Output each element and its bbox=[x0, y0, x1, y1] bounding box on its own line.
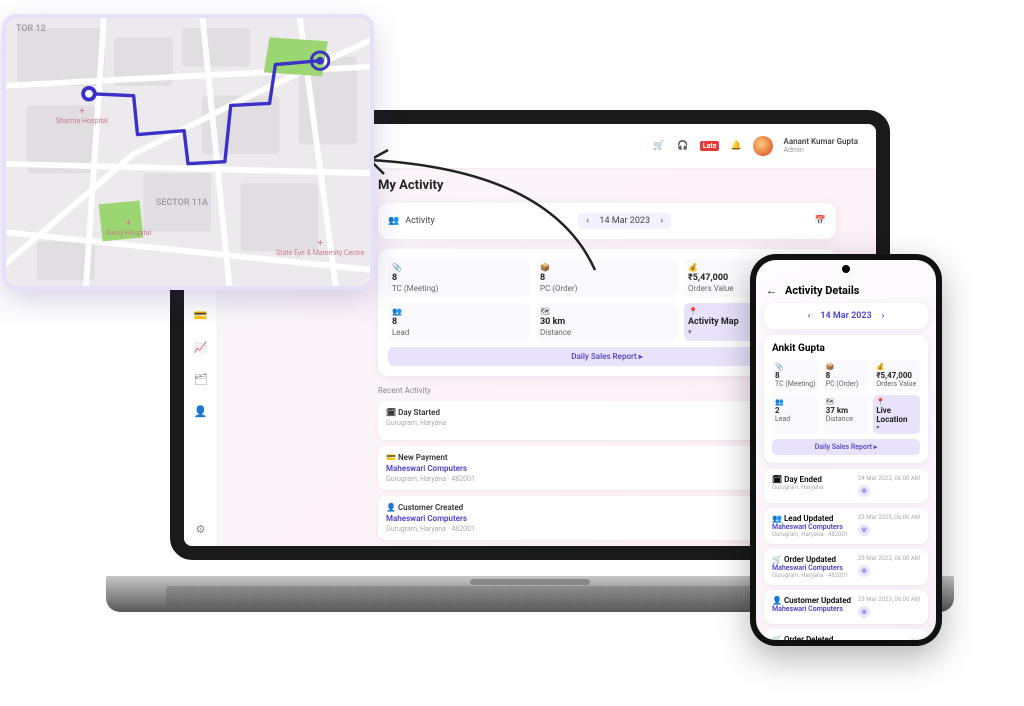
page-title: My Activity bbox=[378, 178, 836, 193]
activity-item[interactable]: 🛒 Order Deleted ⊕ bbox=[764, 629, 928, 640]
date-picker[interactable]: ‹ 14 Mar 2023 › bbox=[578, 213, 671, 229]
activity-item[interactable]: 🛒 Order UpdatedMaheswari ComputersGurugr… bbox=[764, 549, 928, 585]
activity-location: Gurugram, Haryana · 482001 bbox=[772, 572, 848, 579]
activity-location: Gurugram, Haryana bbox=[386, 419, 446, 427]
late-badge: Late bbox=[700, 141, 720, 151]
date-value: 14 Mar 2023 bbox=[599, 216, 650, 226]
phone-title: Activity Details bbox=[785, 284, 859, 297]
map-sector-label-1: TOR 12 bbox=[16, 24, 46, 34]
stat-distance: 🗺 30 kmDistance bbox=[536, 303, 678, 341]
phone-device: ← Activity Details ‹ 14 Mar 2023 › Ankit… bbox=[750, 254, 942, 646]
activity-title: 🗓 Day Started bbox=[386, 408, 446, 417]
phone-statusbar bbox=[756, 260, 936, 278]
location-pin-icon[interactable]: ⊕ bbox=[908, 638, 920, 640]
activity-subject: Maheswari Computers bbox=[386, 514, 475, 523]
activity-location: Gurugram, Haryana · 482001 bbox=[386, 475, 475, 483]
activity-subject: Maheswari Computers bbox=[772, 564, 848, 572]
phone-screen: ← Activity Details ‹ 14 Mar 2023 › Ankit… bbox=[756, 260, 936, 640]
ph-daily-report-button[interactable]: Daily Sales Report ▸ bbox=[772, 439, 920, 455]
sidebar-item-payments[interactable]: 💳 bbox=[194, 308, 208, 322]
activity-timestamp: 24 Mar 2023, 06:00 AM bbox=[858, 475, 920, 482]
activity-title: 👤 Customer Updated bbox=[772, 596, 851, 605]
phone-date-picker[interactable]: ‹ 14 Mar 2023 › bbox=[772, 311, 920, 321]
location-pin-icon[interactable]: ⊕ bbox=[858, 485, 870, 497]
activity-title: 🗓 Day Ended bbox=[772, 475, 823, 484]
ph-stat-tc: 📎8TC (Meeting) bbox=[772, 360, 819, 391]
map-poi-hospital-1: Sharma Hospital bbox=[56, 106, 108, 125]
map-card[interactable]: TOR 12 SECTOR 11A Sharma Hospital Aarvy … bbox=[2, 14, 374, 290]
activity-title: 💳 New Payment bbox=[386, 453, 475, 462]
activity-location: Gurugram, Haryana · 482001 bbox=[386, 525, 475, 533]
user-block[interactable]: Aanant Kumar Gupta Admin bbox=[783, 138, 858, 154]
ph-stat-value: 💰₹5,47,000Orders Value bbox=[873, 360, 920, 391]
tab-label: Activity bbox=[405, 216, 434, 226]
phone-user: Ankit Gupta bbox=[772, 343, 920, 354]
stat-pc-order: 📦 8PC (Order) bbox=[536, 259, 678, 297]
sidebar-item-reports[interactable]: 📈 bbox=[194, 340, 208, 354]
activity-title: 👤 Customer Created bbox=[386, 503, 475, 512]
calendar-icon[interactable]: 📅 bbox=[815, 216, 826, 226]
activity-item[interactable]: 👤 Customer UpdatedMaheswari Computers 23 … bbox=[764, 590, 928, 624]
map-poi-hospital-2: Aarvy Hospital bbox=[106, 218, 151, 237]
phone-header: ← Activity Details bbox=[756, 278, 936, 303]
location-pin-icon[interactable]: ⊕ bbox=[858, 565, 870, 577]
location-pin-icon[interactable]: ⊕ bbox=[858, 524, 870, 536]
user-role: Admin bbox=[783, 147, 803, 155]
map-sector-label-2: SECTOR 11A bbox=[156, 198, 208, 208]
settings-icon[interactable]: ⚙ bbox=[194, 522, 208, 536]
cart-icon[interactable]: 🛒 bbox=[652, 139, 666, 153]
ph-stat-pc: 📦8PC (Order) bbox=[823, 360, 870, 391]
bell-icon[interactable]: 🔔 bbox=[729, 139, 743, 153]
avatar[interactable] bbox=[753, 136, 773, 156]
activity-location: Gurugram, Haryana bbox=[772, 484, 823, 491]
stat-lead: 👥 8Lead bbox=[388, 303, 530, 341]
activity-timestamp: 23 Mar 2023, 06:00 AM bbox=[858, 555, 920, 562]
activity-timestamp: 23 Mar 2023, 06:00 AM bbox=[858, 596, 920, 603]
activity-timestamp: 23 Mar 2023, 06:00 AM bbox=[858, 514, 920, 521]
support-icon[interactable]: 🎧 bbox=[676, 139, 690, 153]
back-icon[interactable]: ← bbox=[766, 284, 777, 297]
activity-title: 👥 Lead Updated bbox=[772, 514, 848, 523]
activity-item[interactable]: 👥 Lead UpdatedMaheswari ComputersGurugra… bbox=[764, 508, 928, 544]
tab-activity[interactable]: 👥 Activity bbox=[388, 216, 435, 226]
phone-camera-icon bbox=[842, 265, 850, 273]
sidebar-item-users[interactable]: 👤 bbox=[194, 404, 208, 418]
ph-stat-dist: 🗺37 kmDistance bbox=[823, 395, 870, 434]
map-poi-hospital-3: State Eye & Maternity Centre bbox=[276, 238, 364, 257]
activity-subject: Maheswari Computers bbox=[772, 605, 851, 613]
ph-live-location[interactable]: 📍Live Location▾ bbox=[873, 395, 920, 434]
activity-title: 🛒 Order Deleted bbox=[772, 635, 833, 640]
ph-stat-lead: 👥2Lead bbox=[772, 395, 819, 434]
phone-stats-card: Ankit Gupta 📎8TC (Meeting) 📦8PC (Order) … bbox=[764, 335, 928, 463]
activity-subject: Maheswari Computers bbox=[386, 464, 475, 473]
stat-tc-meeting: 📎 8TC (Meeting) bbox=[388, 259, 530, 297]
activity-item[interactable]: 🗓 Day EndedGurugram, Haryana 24 Mar 2023,… bbox=[764, 469, 928, 503]
sidebar-item-catalog[interactable]: 🗂 bbox=[194, 372, 208, 386]
activity-subject: Maheswari Computers bbox=[772, 523, 848, 531]
activity-title: 🛒 Order Updated bbox=[772, 555, 848, 564]
activity-location: Gurugram, Haryana · 482001 bbox=[772, 531, 848, 538]
phone-date-card: ‹ 14 Mar 2023 › bbox=[764, 303, 928, 329]
filter-card: 👥 Activity ‹ 14 Mar 2023 › 📅 bbox=[378, 203, 836, 239]
location-pin-icon[interactable]: ⊕ bbox=[858, 606, 870, 618]
